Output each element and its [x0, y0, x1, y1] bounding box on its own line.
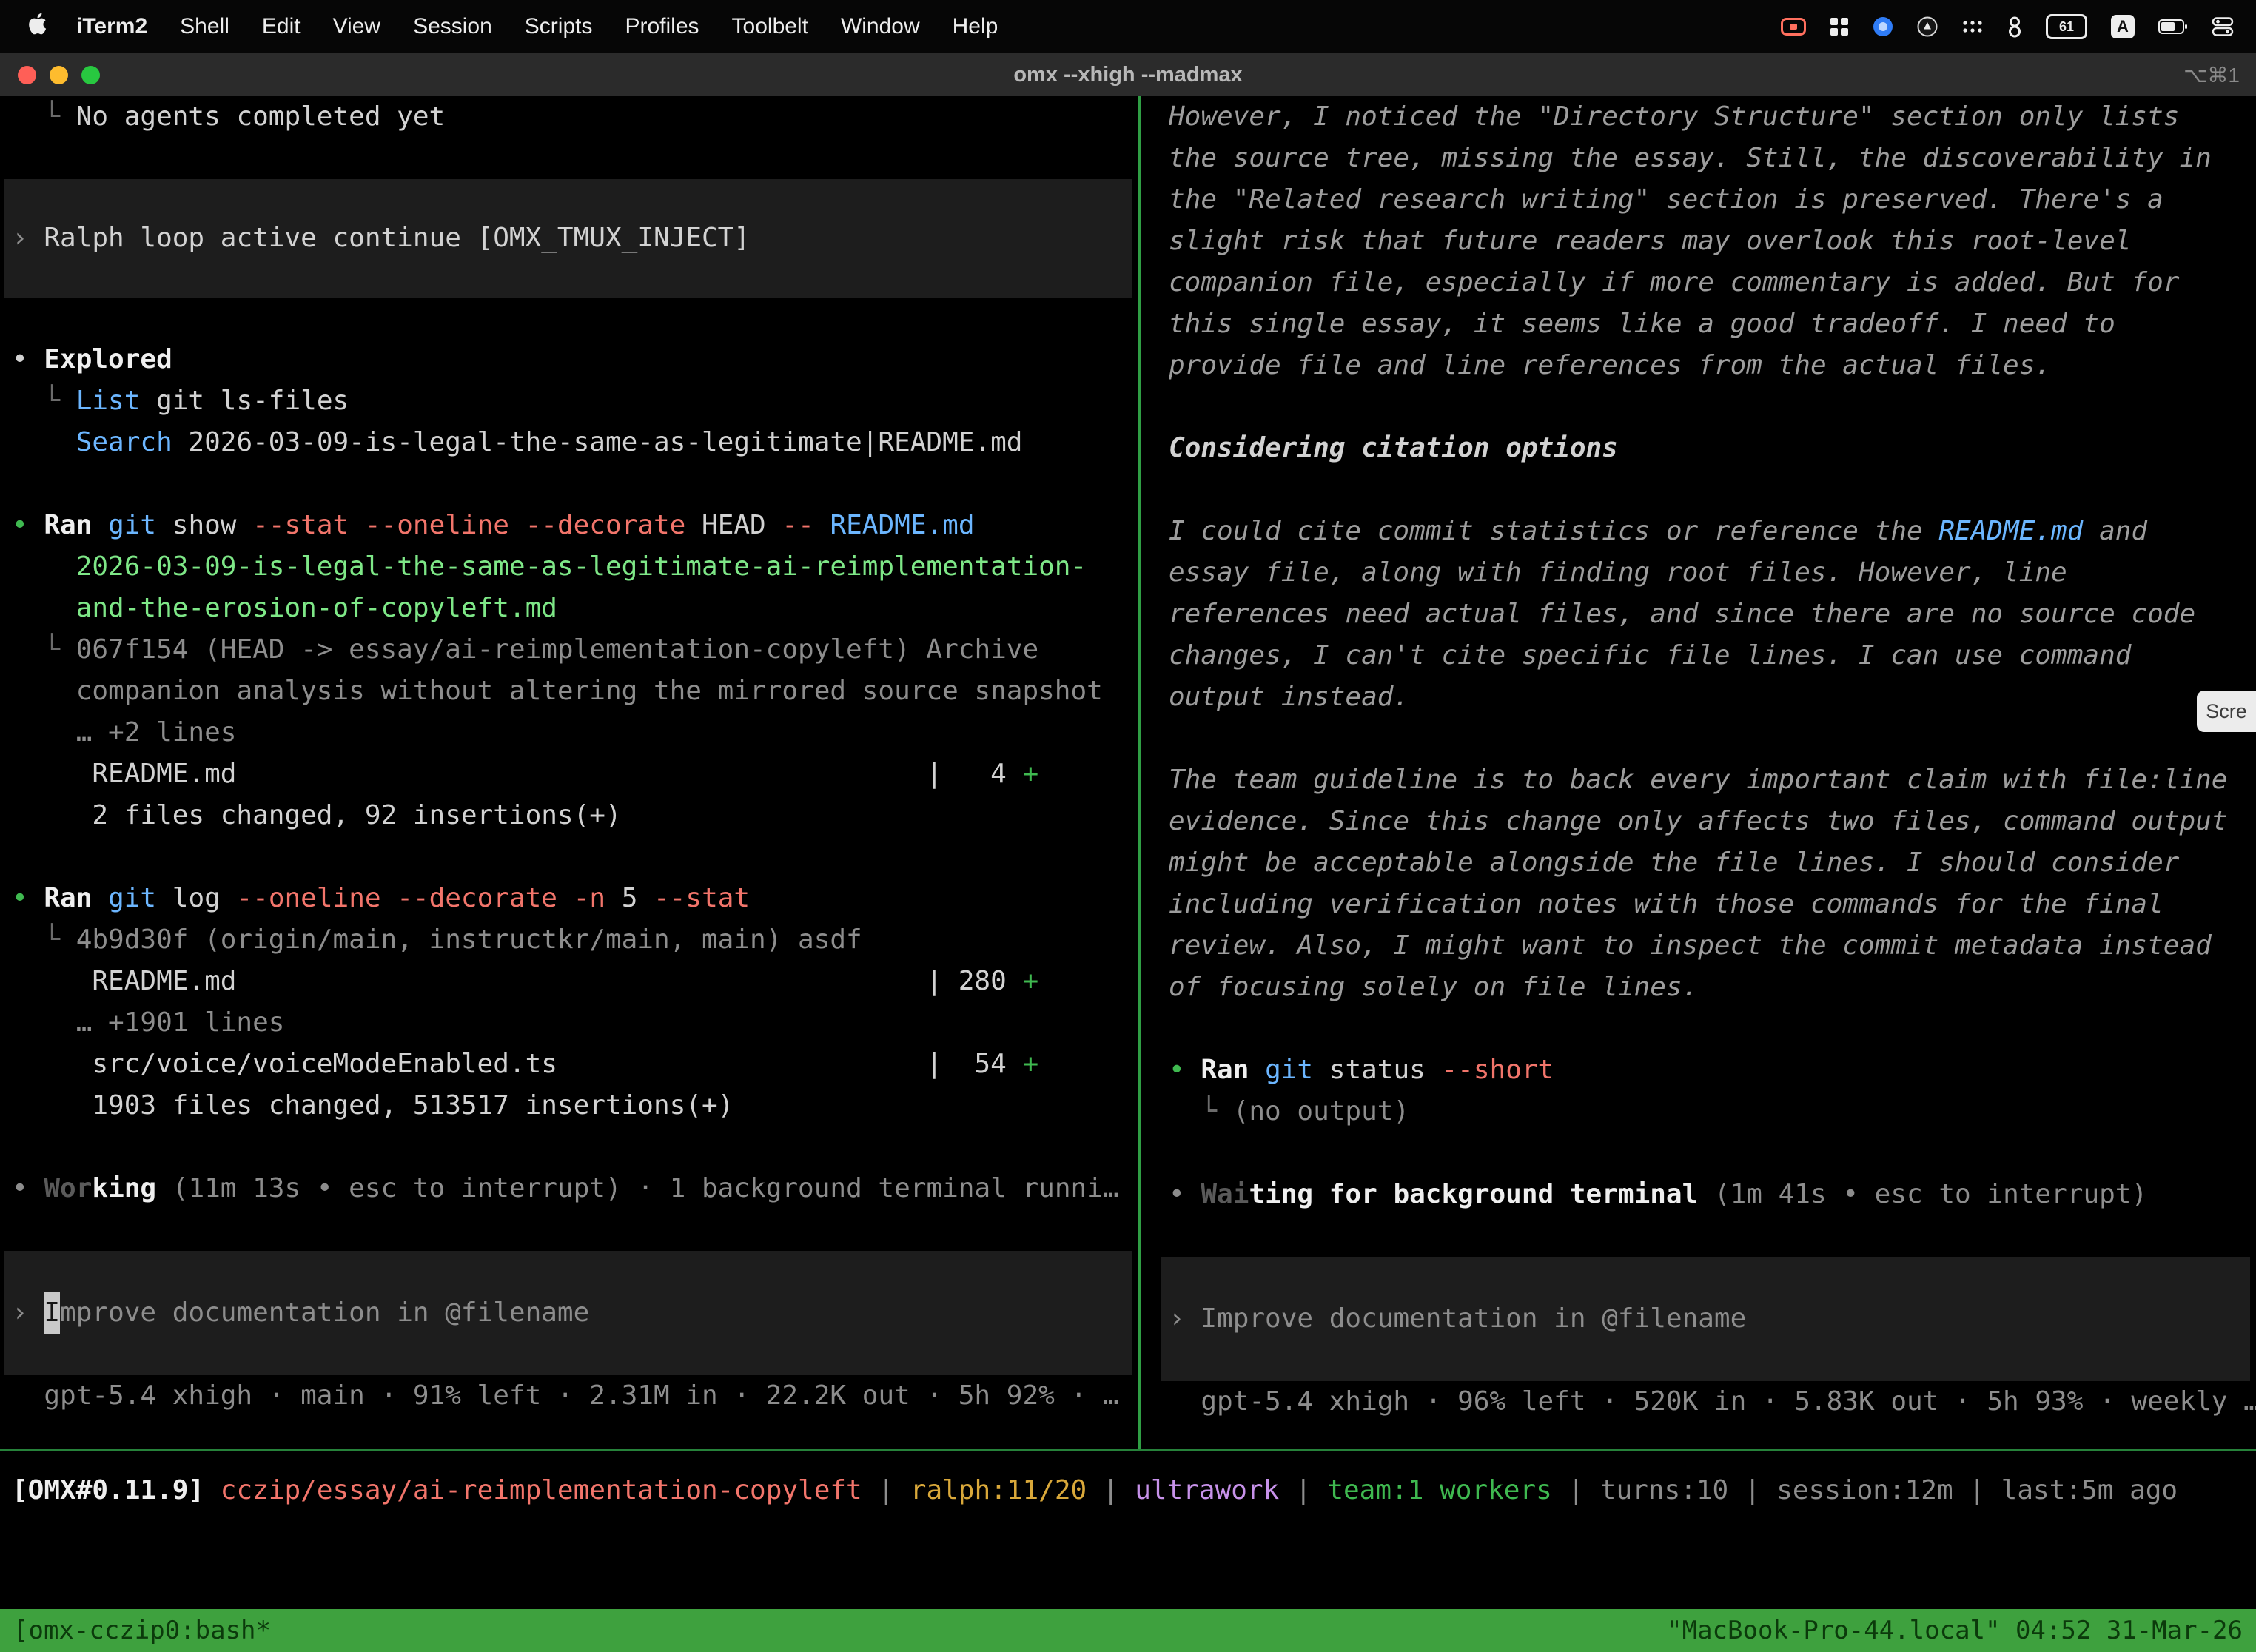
traffic-lights: [18, 66, 100, 84]
terminal-line: including verification notes with those …: [1169, 884, 2256, 925]
terminal-line: of focusing solely on file lines.: [1169, 967, 2256, 1008]
terminal-line: … +2 lines: [12, 712, 1138, 753]
tmux-host-clock: "MacBook-Pro-44.local" 04:52 31-Mar-26: [1667, 1616, 2243, 1645]
menu-scripts[interactable]: Scripts: [508, 14, 609, 39]
terminal-line: review. Also, I might want to inspect th…: [1169, 925, 2256, 967]
terminal-line: changes, I can't cite specific file line…: [1169, 635, 2256, 676]
terminal-line: • Explored: [12, 339, 1138, 380]
terminal-line: output instead.: [1169, 676, 2256, 718]
screen-recording-stop-icon[interactable]: [1781, 18, 1806, 36]
macos-menu-bar: iTerm2 Shell Edit View Session Scripts P…: [0, 0, 2256, 53]
menu-iterm2[interactable]: iTerm2: [60, 14, 164, 39]
terminal-line: └ 4b9d30f (origin/main, instructkr/main,…: [12, 919, 1138, 961]
terminal-line: 2026-03-09-is-legal-the-same-as-legitima…: [12, 546, 1138, 588]
terminal-line: └ List git ls-files: [12, 380, 1138, 422]
zoom-button[interactable]: [81, 66, 100, 84]
close-button[interactable]: [18, 66, 36, 84]
terminal-line: this single essay, it seems like a good …: [1169, 303, 2256, 345]
terminal-line: README.md | 280 +: [12, 961, 1138, 1002]
window-title-bar: omx --xhigh --madmax ⌥⌘1: [0, 53, 2256, 97]
terminal-line: companion analysis without altering the …: [12, 671, 1138, 712]
menu-view[interactable]: View: [317, 14, 397, 39]
terminal-line: • Waiting for background terminal (1m 41…: [1169, 1174, 2256, 1215]
terminal-line: However, I noticed the "Directory Struct…: [1169, 96, 2256, 138]
terminal-line: slight risk that future readers may over…: [1169, 221, 2256, 262]
terminal-line: 2 files changed, 92 insertions(+): [12, 795, 1138, 836]
terminal-line: The team guideline is to back every impo…: [1169, 759, 2256, 801]
terminal-line: Search 2026-03-09-is-legal-the-same-as-l…: [12, 422, 1138, 463]
left-pane: └ No agents completed yet › Ralph loop ac…: [0, 96, 1138, 1449]
composer-input[interactable]: › Improve documentation in @filename: [1161, 1257, 2250, 1381]
apple-menu[interactable]: [21, 13, 60, 41]
omx-global-status: [OMX#0.11.9] cczip/essay/ai-reimplementa…: [0, 1470, 2256, 1511]
terminal-line: • Ran git show --stat --oneline --decora…: [12, 505, 1138, 546]
terminal-line: the source tree, missing the essay. Stil…: [1169, 138, 2256, 179]
menu-help[interactable]: Help: [936, 14, 1015, 39]
terminal-line: • Ran git status --short: [1169, 1050, 2256, 1091]
terminal-line: • Working (11m 13s • esc to interrupt) ·…: [12, 1168, 1138, 1209]
terminal-line: README.md | 4 +: [12, 753, 1138, 795]
terminal-line: the "Related research writing" section i…: [1169, 179, 2256, 221]
window-shortcut-badge: ⌥⌘1: [2183, 63, 2240, 87]
dots-grid-icon[interactable]: [1961, 19, 1984, 35]
terminal-line: … +1901 lines: [12, 1002, 1138, 1044]
terminal-line: companion file, especially if more comme…: [1169, 262, 2256, 303]
menu-session[interactable]: Session: [397, 14, 508, 39]
terminal-line: references need actual files, and since …: [1169, 594, 2256, 635]
figure-8-icon[interactable]: [2007, 16, 2022, 38]
battery-badge-icon[interactable]: 61: [2046, 14, 2087, 39]
omx-status-line: [OMX#0.11.9] cczip/essay/ai-reimplementa…: [12, 1470, 2256, 1511]
menu-shell[interactable]: Shell: [164, 14, 246, 39]
terminal-line: essay file, along with finding root file…: [1169, 552, 2256, 594]
terminal-line: └ 067f154 (HEAD -> essay/ai-reimplementa…: [12, 629, 1138, 671]
tmux-session-window: [omx-cczip0:bash*: [13, 1616, 271, 1645]
menu-items: iTerm2 Shell Edit View Session Scripts P…: [0, 13, 1014, 41]
control-center-icon[interactable]: [2212, 16, 2234, 38]
model-status-line: gpt-5.4 xhigh · 96% left · 520K in · 5.8…: [1169, 1381, 2256, 1423]
menu-edit[interactable]: Edit: [246, 14, 317, 39]
composer-input[interactable]: › Improve documentation in @filename: [4, 1251, 1132, 1375]
menu-status-icons: 61 A: [1781, 14, 2256, 39]
input-source-icon[interactable]: A: [2111, 15, 2135, 38]
apple-icon: [28, 13, 47, 41]
terminal-line: provide file and line references from th…: [1169, 345, 2256, 386]
pane-bottom-border: [0, 1449, 2256, 1451]
minimize-button[interactable]: [50, 66, 68, 84]
dark-app-icon[interactable]: [1917, 16, 1938, 37]
window-grid-icon[interactable]: [1830, 17, 1849, 36]
terminal-content: └ No agents completed yet › Ralph loop ac…: [0, 96, 2256, 1449]
window-title: omx --xhigh --madmax: [0, 63, 2256, 87]
terminal-line: evidence. Since this change only affects…: [1169, 801, 2256, 842]
terminal-line: Considering citation options: [1169, 428, 2256, 469]
terminal-line: └ (no output): [1169, 1091, 2256, 1132]
tmux-status-bar: [omx-cczip0:bash* "MacBook-Pro-44.local"…: [0, 1609, 2256, 1652]
terminal-line: might be acceptable alongside the file l…: [1169, 842, 2256, 884]
terminal-line: └ No agents completed yet: [12, 96, 1138, 138]
model-status-line: gpt-5.4 xhigh · main · 91% left · 2.31M …: [12, 1375, 1138, 1417]
terminal-line: src/voice/voiceModeEnabled.ts | 54 +: [12, 1044, 1138, 1085]
menu-profiles[interactable]: Profiles: [608, 14, 715, 39]
terminal-line: 1903 files changed, 513517 insertions(+): [12, 1085, 1138, 1126]
menu-toolbelt[interactable]: Toolbelt: [716, 14, 825, 39]
blue-app-icon[interactable]: [1873, 16, 1893, 37]
menu-window[interactable]: Window: [825, 14, 936, 39]
screen-share-button[interactable]: Scre: [2197, 691, 2256, 732]
battery-icon[interactable]: [2158, 19, 2188, 35]
ralph-loop-banner: › Ralph loop active continue [OMX_TMUX_I…: [4, 179, 1132, 298]
pane-divider[interactable]: [1138, 96, 1141, 1449]
right-pane: However, I noticed the "Directory Struct…: [1151, 96, 2256, 1449]
terminal-line: • Ran git log --oneline --decorate -n 5 …: [12, 878, 1138, 919]
terminal-line: I could cite commit statistics or refere…: [1169, 511, 2256, 552]
terminal-line: and-the-erosion-of-copyleft.md: [12, 588, 1138, 629]
